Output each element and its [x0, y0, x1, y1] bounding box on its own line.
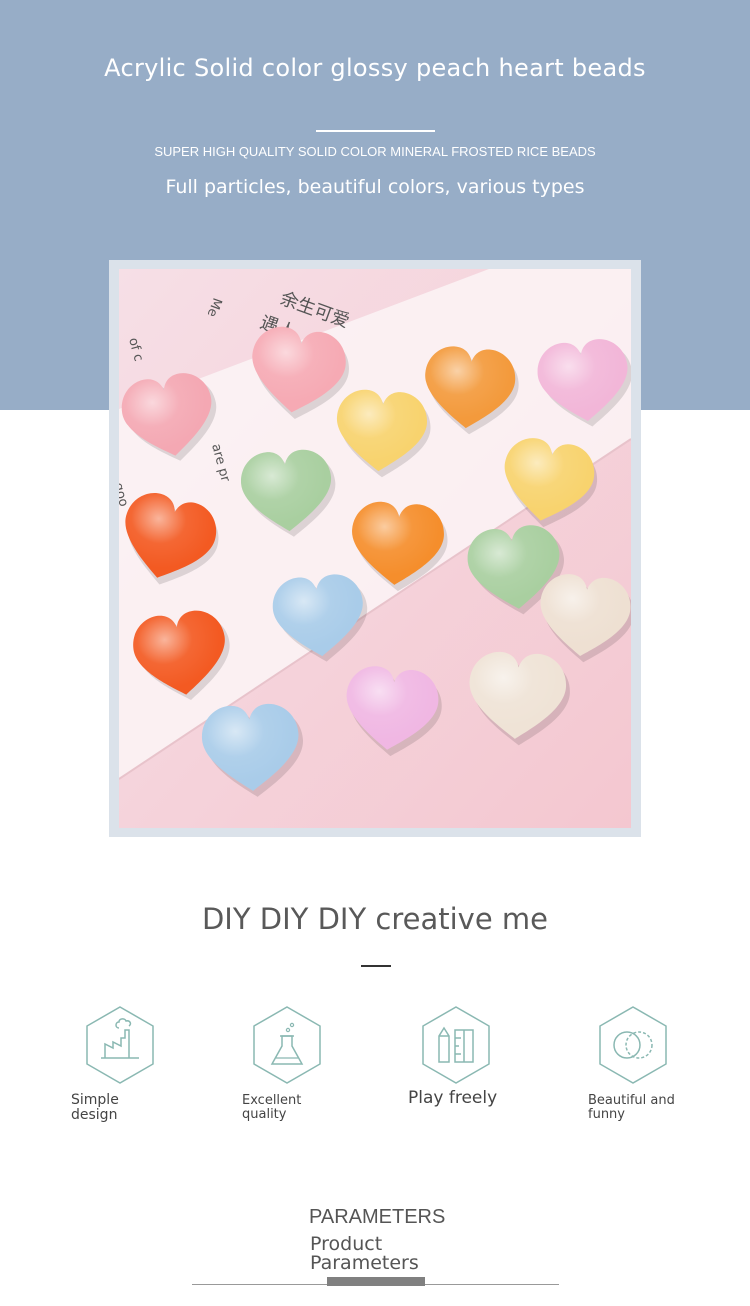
product-photo: 余生可爱 遇人 Me of c are pr goo [119, 269, 631, 828]
heart-beads-illustration: 余生可爱 遇人 Me of c are pr goo [119, 269, 631, 828]
parameters-heading: PARAMETERS [309, 1206, 446, 1228]
feature-label-beautiful-funny: Beautiful and funny [588, 1093, 675, 1122]
features-title: DIY DIY DIY creative me [201, 902, 549, 936]
parameters-accent-bar [327, 1277, 425, 1286]
hero-divider [316, 130, 435, 132]
feature-label-play-freely: Play freely [408, 1088, 498, 1108]
hero-title: Acrylic Solid color glossy peach heart b… [104, 54, 646, 82]
flask-icon [252, 1006, 322, 1084]
hero-subtitle: SUPER HIGH QUALITY SOLID COLOR MINERAL F… [154, 144, 596, 159]
hero-tagline: Full particles, beautiful colors, variou… [165, 176, 585, 198]
parameters-subheading: Product Parameters [310, 1233, 419, 1274]
feature-label-simple-design: Simple design [71, 1092, 119, 1123]
feature-label-excellent-quality: Excellent quality [242, 1093, 302, 1122]
ruler-pencil-icon [421, 1006, 491, 1084]
factory-icon [85, 1006, 155, 1084]
rings-icon [598, 1006, 668, 1084]
features-divider [361, 965, 391, 967]
